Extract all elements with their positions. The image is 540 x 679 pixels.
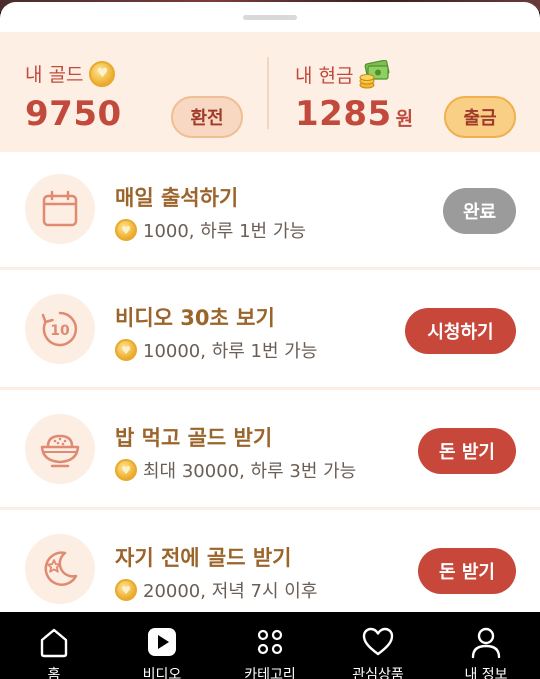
claim-money-button[interactable]: 돈 받기 (418, 428, 516, 474)
gold-value: 9750 (25, 94, 122, 134)
nav-label: 홈 (47, 667, 61, 679)
category-grid-icon (253, 625, 287, 659)
task-item-watch-video: 10 비디오 30초 보기 10000, 하루 1번 가능 시청하기 (0, 272, 540, 390)
task-reward: 최대 30000, 하루 3번 가능 (115, 457, 356, 483)
nav-item-video[interactable]: 비디오 (108, 612, 216, 679)
nav-label: 카테고리 (244, 667, 296, 679)
task-item-daily-checkin: 매일 출석하기 1000, 하루 1번 가능 완료 (0, 152, 540, 270)
nav-label: 내 정보 (464, 667, 508, 679)
task-reward: 20000, 저녁 7시 이후 (115, 577, 317, 603)
gold-coin-icon (89, 60, 116, 87)
nav-label: 비디오 (142, 667, 182, 679)
task-title: 자기 전에 골드 받기 (115, 546, 292, 570)
cash-unit: 원 (395, 108, 414, 130)
task-title: 비디오 30초 보기 (115, 306, 275, 330)
task-reward-text: 20000, 저녁 7시 이후 (143, 581, 318, 602)
gold-coin-icon (115, 339, 137, 361)
cash-label-row: 내 현금 (295, 59, 391, 89)
video-play-icon (145, 625, 179, 659)
heart-icon (361, 625, 395, 659)
task-reward-text: 최대 30000, 하루 3번 가능 (143, 461, 357, 482)
completed-button[interactable]: 완료 (443, 188, 516, 234)
task-reward: 1000, 하루 1번 가능 (115, 217, 306, 243)
bottom-navigation: 홈 비디오 카테고리 관심상품 내 정보 (0, 612, 540, 679)
sheet-drag-handle[interactable] (243, 15, 297, 20)
task-reward-text: 1000, 하루 1번 가능 (143, 221, 306, 242)
bottom-sheet: 내 골드 9750 환전 내 현금 (0, 2, 540, 612)
watch-button[interactable]: 시청하기 (405, 308, 516, 354)
withdraw-button[interactable]: 출금 (444, 96, 516, 138)
task-title: 매일 출석하기 (115, 186, 239, 210)
user-icon (469, 625, 503, 659)
cash-value-row: 1285 원 (295, 94, 414, 134)
gold-coin-icon (115, 579, 137, 601)
money-stack-icon (359, 59, 391, 89)
svg-text:10: 10 (50, 323, 70, 339)
wallet-summary: 내 골드 9750 환전 내 현금 (0, 32, 540, 152)
exchange-button[interactable]: 환전 (171, 96, 243, 138)
replay-10-icon: 10 (25, 294, 95, 364)
gold-coin-icon (115, 219, 137, 241)
wallet-divider (267, 57, 269, 129)
calendar-icon (25, 174, 95, 244)
gold-label-row: 내 골드 (25, 60, 116, 87)
cash-balance-section: 내 현금 1285 원 출금 (295, 32, 520, 152)
task-reward: 10000, 하루 1번 가능 (115, 337, 317, 363)
nav-item-wishlist[interactable]: 관심상품 (324, 612, 432, 679)
gold-balance-section: 내 골드 9750 환전 (25, 32, 245, 152)
nav-item-category[interactable]: 카테고리 (216, 612, 324, 679)
gold-coin-icon (115, 459, 137, 481)
task-reward-text: 10000, 하루 1번 가능 (143, 341, 318, 362)
rice-bowl-icon (25, 414, 95, 484)
task-item-bedtime-gold: 자기 전에 골드 받기 20000, 저녁 7시 이후 돈 받기 (0, 512, 540, 612)
cash-label: 내 현금 (295, 64, 354, 87)
nav-label: 관심상품 (352, 667, 404, 679)
moon-star-icon (25, 534, 95, 604)
claim-money-button[interactable]: 돈 받기 (418, 548, 516, 594)
task-item-meal-gold: 밥 먹고 골드 받기 최대 30000, 하루 3번 가능 돈 받기 (0, 392, 540, 510)
nav-item-my-info[interactable]: 내 정보 (432, 612, 540, 679)
task-title: 밥 먹고 골드 받기 (115, 426, 273, 450)
cash-value: 1285 (295, 94, 392, 134)
nav-item-home[interactable]: 홈 (0, 612, 108, 679)
gold-label: 내 골드 (25, 64, 84, 86)
home-icon (37, 625, 71, 659)
